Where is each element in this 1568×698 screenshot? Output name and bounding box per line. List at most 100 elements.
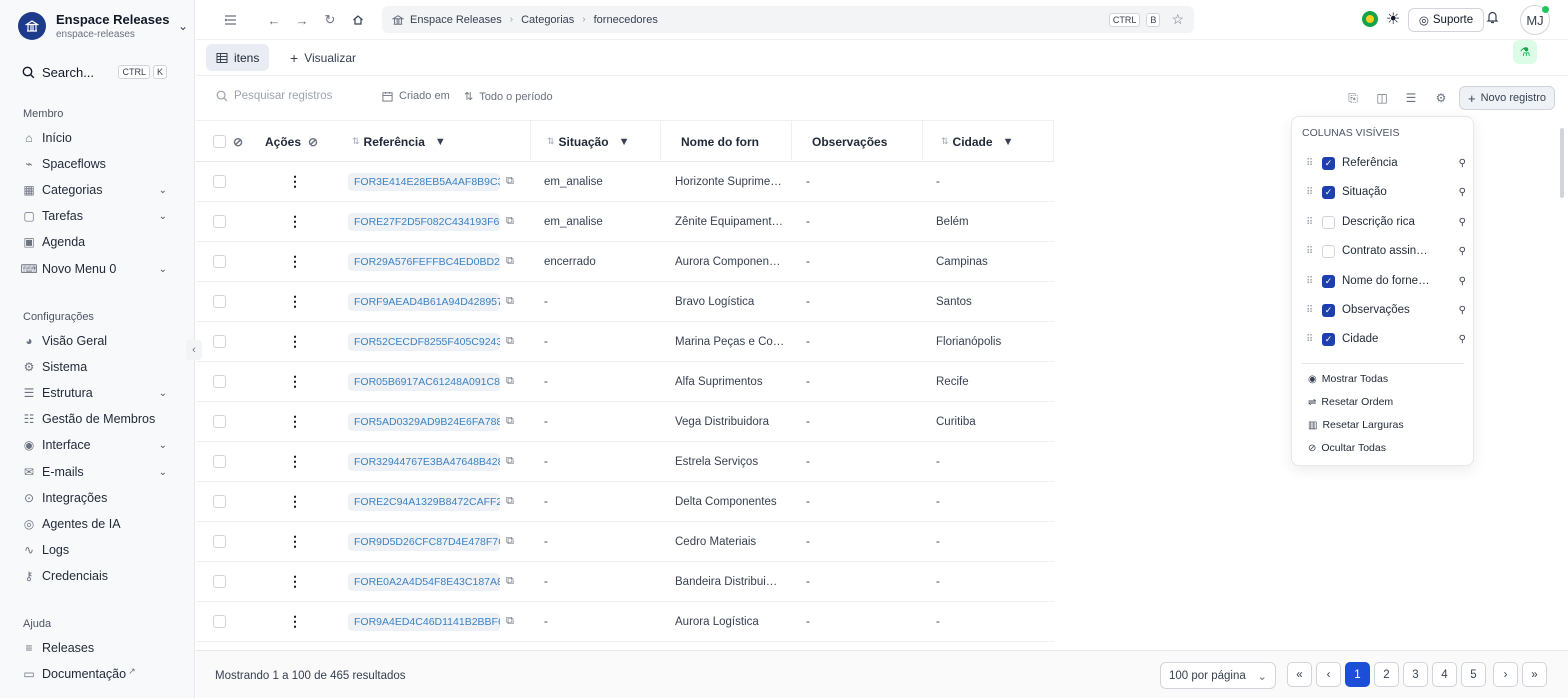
row-checkbox[interactable] bbox=[213, 295, 226, 308]
reference-badge[interactable]: FORE0A2A4D54F8E43C187A8392 bbox=[348, 572, 500, 591]
row-actions-menu[interactable]: ⋮ bbox=[288, 202, 298, 241]
row-actions-menu[interactable]: ⋮ bbox=[288, 562, 298, 601]
back-arrow-icon[interactable]: ← bbox=[264, 10, 284, 30]
page-button[interactable]: 3 bbox=[1403, 662, 1428, 687]
column-toggle-row[interactable]: ⠿ ✓ Situação ⚲ bbox=[1306, 183, 1466, 201]
copy-icon[interactable]: ⧉ bbox=[506, 255, 514, 268]
reference-badge[interactable]: FOR5AD0329AD9B24E6FA78822I bbox=[348, 412, 500, 431]
split-view-icon[interactable]: ◫ bbox=[1374, 90, 1390, 106]
first-page-button[interactable]: « bbox=[1287, 662, 1312, 687]
filter-icon[interactable]: ▼ bbox=[619, 136, 630, 148]
row-actions-menu[interactable]: ⋮ bbox=[288, 362, 298, 401]
page-button[interactable]: 2 bbox=[1374, 662, 1399, 687]
row-actions-menu[interactable]: ⋮ bbox=[288, 402, 298, 441]
tab-visualizar[interactable]: + Visualizar bbox=[280, 44, 366, 71]
copy-icon[interactable]: ⧉ bbox=[506, 295, 514, 308]
column-visibility-checkbox[interactable]: ✓ bbox=[1322, 332, 1335, 346]
popover-action-ocultar-todas[interactable]: ⊘ Ocultar Todas bbox=[1308, 440, 1386, 456]
column-toggle-row[interactable]: ⠿ ✓ Observações ⚲ bbox=[1306, 301, 1466, 319]
table-row[interactable]: ⋮ FOR29A576FEFFBC4ED0BD27B3A ⧉ encerrado Aur… bbox=[196, 242, 1054, 282]
copy-icon[interactable]: ⧉ bbox=[506, 335, 514, 348]
reference-badge[interactable]: FORF9AEAD4B61A94D428957615 bbox=[348, 292, 500, 311]
sidebar-item-logs[interactable]: ∿ Logs bbox=[22, 540, 167, 560]
sliders-icon[interactable]: ☰ bbox=[1403, 90, 1419, 106]
vertical-scrollbar[interactable] bbox=[1560, 128, 1564, 198]
reference-badge[interactable]: FORE2C94A1329B8472CAFF2F4D bbox=[348, 492, 500, 511]
row-actions-menu[interactable]: ⋮ bbox=[288, 482, 298, 521]
table-row[interactable]: ⋮ FOR9D5D26CFC87D4E478F7C6B3 ⧉ - Cedro Mater… bbox=[196, 522, 1054, 562]
refresh-icon[interactable]: ↻ bbox=[320, 10, 340, 30]
copy-icon[interactable]: ⧉ bbox=[506, 455, 514, 468]
row-checkbox[interactable] bbox=[213, 415, 226, 428]
forward-arrow-icon[interactable]: → bbox=[292, 10, 312, 30]
unpin-icon[interactable]: ⊘ bbox=[308, 121, 328, 162]
pin-icon[interactable]: ⚲ bbox=[1459, 246, 1466, 257]
column-visibility-checkbox[interactable]: ✓ bbox=[1322, 303, 1335, 317]
row-checkbox[interactable] bbox=[213, 175, 226, 188]
page-button[interactable]: 5 bbox=[1461, 662, 1486, 687]
column-toggle-row[interactable]: ⠿ ✓ Referência ⚲ bbox=[1306, 154, 1466, 172]
copy-icon[interactable]: ⧉ bbox=[506, 535, 514, 548]
column-header-nome[interactable]: Nome do forn bbox=[661, 121, 792, 162]
sort-icon[interactable]: ⇅ bbox=[352, 136, 360, 147]
sidebar-toggle-icon[interactable] bbox=[220, 10, 240, 30]
row-actions-menu[interactable]: ⋮ bbox=[288, 242, 298, 281]
page-button[interactable]: 4 bbox=[1432, 662, 1457, 687]
column-toggle-row[interactable]: ⠿ ✓ Nome do forne… ⚲ bbox=[1306, 272, 1466, 290]
row-actions-menu[interactable]: ⋮ bbox=[288, 442, 298, 481]
support-button[interactable]: ◎ Suporte bbox=[1408, 8, 1484, 32]
home-icon[interactable] bbox=[348, 10, 368, 30]
drag-handle-icon[interactable]: ⠿ bbox=[1306, 334, 1316, 345]
reference-badge[interactable]: FOR3E414E28EB5A4AF8B9C3A42 bbox=[348, 172, 500, 191]
row-actions-menu[interactable]: ⋮ bbox=[288, 162, 298, 201]
sidebar-item-agentes-de-ia[interactable]: ◎ Agentes de IA bbox=[22, 514, 167, 534]
reference-badge[interactable]: FOR32944767E3BA47648B4283F bbox=[348, 452, 500, 471]
sort-icon[interactable]: ⇅ bbox=[941, 136, 949, 147]
column-visibility-checkbox[interactable] bbox=[1322, 244, 1335, 258]
pin-icon[interactable]: ⚲ bbox=[1459, 276, 1466, 287]
copy-icon[interactable]: ⧉ bbox=[506, 175, 514, 188]
column-header-cidade[interactable]: ⇅ Cidade ▼ bbox=[923, 121, 1054, 162]
row-checkbox[interactable] bbox=[213, 255, 226, 268]
table-row[interactable]: ⋮ FOR32944767E3BA47648B4283F ⧉ - Estrela Ser… bbox=[196, 442, 1054, 482]
column-toggle-row[interactable]: ⠿ Descrição rica ⚲ bbox=[1306, 213, 1466, 231]
column-visibility-checkbox[interactable]: ✓ bbox=[1322, 185, 1335, 199]
copy-icon[interactable]: ⧉ bbox=[506, 375, 514, 388]
period-filter[interactable]: ⇅ Todo o período bbox=[464, 90, 553, 104]
table-row[interactable]: ⋮ FORE27F2D5F082C434193F6E20E ⧉ em_analise Z… bbox=[196, 202, 1054, 242]
row-checkbox[interactable] bbox=[213, 535, 226, 548]
breadcrumb-item[interactable]: Categorias bbox=[521, 14, 574, 26]
sidebar-item-integra-es[interactable]: ⊙ Integrações bbox=[22, 488, 167, 508]
row-actions-menu[interactable]: ⋮ bbox=[288, 522, 298, 561]
breadcrumb-item[interactable]: fornecedores bbox=[594, 14, 658, 26]
row-checkbox[interactable] bbox=[213, 455, 226, 468]
sort-icon[interactable]: ⇅ bbox=[547, 136, 555, 147]
page-button[interactable]: 1 bbox=[1345, 662, 1370, 687]
sidebar-item-e-mails[interactable]: ✉ E-mails ⌄ bbox=[22, 462, 167, 482]
flask-icon[interactable]: ⚗ bbox=[1513, 40, 1537, 64]
pin-icon[interactable]: ⚲ bbox=[1459, 187, 1466, 198]
pin-icon[interactable]: ⚲ bbox=[1459, 217, 1466, 228]
column-header-referencia[interactable]: ⇅ Referência ▼ bbox=[336, 121, 531, 162]
column-toggle-row[interactable]: ⠿ ✓ Cidade ⚲ bbox=[1306, 330, 1466, 348]
row-checkbox[interactable] bbox=[213, 335, 226, 348]
reference-badge[interactable]: FOR05B6917AC61248A091C8CFD bbox=[348, 372, 500, 391]
popover-action-resetar-larguras[interactable]: ▥ Resetar Larguras bbox=[1308, 417, 1404, 433]
column-header-situacao[interactable]: ⇅ Situação ▼ bbox=[531, 121, 661, 162]
drag-handle-icon[interactable]: ⠿ bbox=[1306, 246, 1316, 257]
row-checkbox[interactable] bbox=[213, 375, 226, 388]
unpin-icon[interactable]: ⊘ bbox=[233, 121, 253, 162]
row-actions-menu[interactable]: ⋮ bbox=[288, 322, 298, 361]
column-toggle-row[interactable]: ⠿ Contrato assina… ⚲ bbox=[1306, 242, 1466, 260]
table-row[interactable]: ⋮ FOR9A4ED4C46D1141B2BBF6D6A ⧉ - Aurora Logí… bbox=[196, 602, 1054, 642]
brazil-flag-icon[interactable] bbox=[1362, 11, 1378, 27]
table-row[interactable]: ⋮ FOR52CECDF8255F405C92430F1 ⧉ - Marina Peça… bbox=[196, 322, 1054, 362]
copy-icon[interactable]: ⧉ bbox=[506, 615, 514, 628]
popover-action-mostrar-todas[interactable]: ◉ Mostrar Todas bbox=[1308, 371, 1388, 387]
tab-itens[interactable]: itens bbox=[206, 44, 270, 71]
sidebar-item-spaceflows[interactable]: ⌁ Spaceflows bbox=[22, 154, 167, 174]
sidebar-item-vis-o-geral[interactable]: ◕ Visão Geral bbox=[22, 331, 167, 351]
workspace-switcher[interactable]: Enspace Releases enspace-releases ⌄ bbox=[18, 10, 188, 42]
date-field-filter[interactable]: Criado em bbox=[382, 90, 450, 102]
reference-badge[interactable]: FOR52CECDF8255F405C92430F1 bbox=[348, 332, 500, 351]
